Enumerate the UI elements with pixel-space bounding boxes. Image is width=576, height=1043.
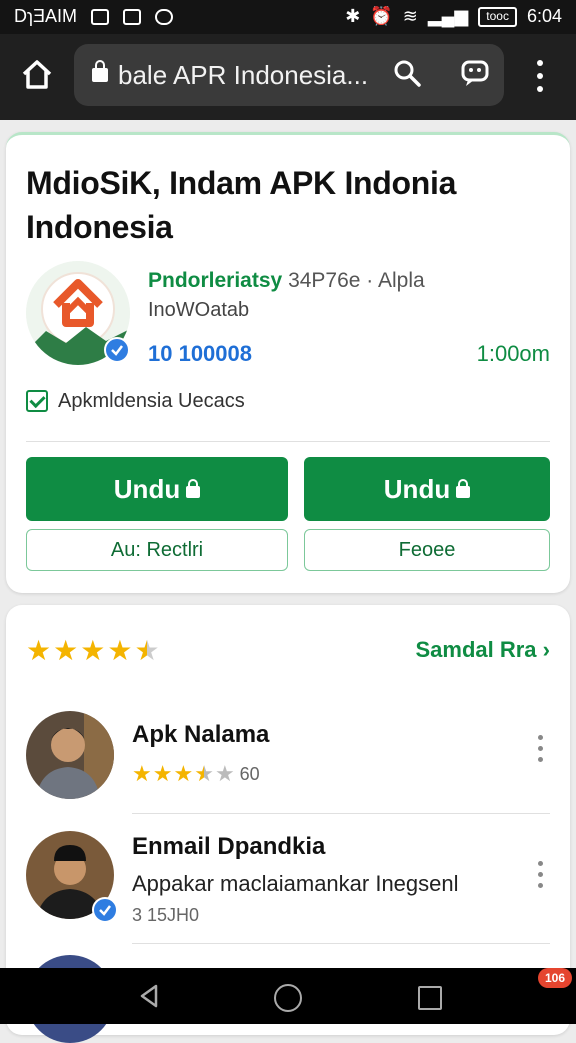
avatar	[26, 711, 114, 799]
developer-meta: 34P76e · Alpla	[288, 269, 425, 292]
star-icon: ★	[173, 761, 194, 786]
notification-badge[interactable]: 106	[537, 968, 572, 988]
half-star-icon: ★	[134, 635, 160, 666]
address-bar[interactable]: bale APR Indonesia...	[74, 44, 504, 106]
verified-badge-icon	[92, 897, 118, 923]
star-icon: ★	[107, 635, 133, 666]
lock-icon	[186, 479, 201, 498]
chat-bubble-icon	[155, 8, 173, 25]
review-date: 3 15JH0	[132, 905, 200, 925]
status-bar: DɿƎAIM ✱ ⏰ ≋ ▂▄▆ tooc 6:04	[0, 0, 576, 34]
url-text[interactable]: bale APR Indonesia...	[118, 60, 368, 91]
developer-line: Pndorleriatsy 34P76e · Alpla	[148, 269, 425, 293]
app-title: MdioSiK, Indam APK Indonia Indonesia	[26, 165, 457, 245]
more-vert-icon[interactable]	[536, 735, 546, 765]
system-nav-bar: 106	[0, 968, 576, 1024]
star-outline-icon: ★	[214, 761, 235, 786]
verified-checkbox-row[interactable]: Apkmldensia Uecacs	[26, 387, 245, 415]
star-icon: ★	[26, 635, 52, 666]
chat-icon[interactable]	[460, 58, 490, 88]
review-item: Apk Nalama ★ ★ ★ ★ ★ 60	[26, 711, 550, 811]
reviewer-name: Apk Nalama	[132, 721, 270, 748]
mail-icon	[123, 8, 141, 25]
star-icon: ★	[132, 761, 152, 786]
battery-icon: tooc	[478, 6, 517, 27]
checkbox[interactable]	[26, 390, 48, 412]
download-button-label: Undu	[113, 473, 181, 504]
browser-toolbar: bale APR Indonesia...	[0, 34, 576, 120]
star-icon: ★	[80, 635, 106, 666]
chevron-right-icon: ›	[542, 637, 550, 662]
see-all-reviews-link[interactable]: Samdal Rra ›	[415, 637, 550, 663]
more-vert-icon[interactable]	[536, 861, 546, 891]
review-rating-text: 60	[239, 763, 260, 784]
more-vert-icon[interactable]	[528, 58, 552, 94]
star-icon: ★	[53, 635, 79, 666]
download-button-secondary[interactable]: Undu	[304, 457, 550, 521]
notification-icon	[91, 8, 109, 25]
search-icon[interactable]	[392, 58, 422, 88]
reviewer-name: Enmail Dpandkia	[132, 833, 326, 860]
verified-badge-icon	[104, 337, 130, 363]
secondary-action-button-2[interactable]: Feoee	[304, 529, 550, 571]
divider	[132, 943, 550, 944]
see-all-label: Samdal Rra	[415, 637, 537, 662]
home-nav-icon[interactable]	[274, 984, 302, 1012]
back-icon[interactable]	[136, 982, 162, 1010]
alarm-icon: ⏰	[370, 6, 393, 26]
download-count: 10 100008	[148, 341, 252, 366]
developer-name[interactable]: Pndorleriatsy	[148, 269, 282, 292]
download-button-label: Undu	[383, 473, 451, 504]
secondary-action-button[interactable]: Au: Rectlri	[26, 529, 288, 571]
lock-icon	[92, 60, 108, 82]
home-icon[interactable]	[18, 56, 56, 94]
carrier-label: DɿƎAIM	[14, 6, 77, 26]
download-button[interactable]: Undu	[26, 457, 288, 521]
divider	[132, 813, 550, 814]
recents-icon[interactable]	[418, 986, 442, 1010]
divider	[26, 441, 550, 442]
half-star-icon: ★	[194, 761, 214, 786]
clock: 6:04	[526, 6, 562, 26]
review-rating: ★ ★ ★ ★ ★ 60	[132, 763, 260, 785]
lock-icon	[456, 479, 471, 498]
app-size: 1:00om	[476, 341, 550, 366]
overall-rating-stars: ★ ★ ★ ★ ★	[26, 637, 160, 665]
app-subtitle: InoWOatab	[148, 299, 250, 321]
signal-icon: ▂▄▆	[427, 6, 469, 26]
star-icon: ★	[152, 761, 173, 786]
review-text: Appakar maclaiamankar Inegsenl	[132, 871, 459, 896]
app-info-card: MdioSiK, Indam APK Indonia Indonesia Pnd…	[6, 132, 570, 593]
bluetooth-icon: ✱	[345, 6, 361, 26]
review-item: Enmail Dpandkia Appakar maclaiamankar In…	[26, 831, 550, 941]
checkbox-label: Apkmldensia Uecacs	[58, 389, 245, 412]
wifi-icon: ≋	[402, 6, 418, 26]
